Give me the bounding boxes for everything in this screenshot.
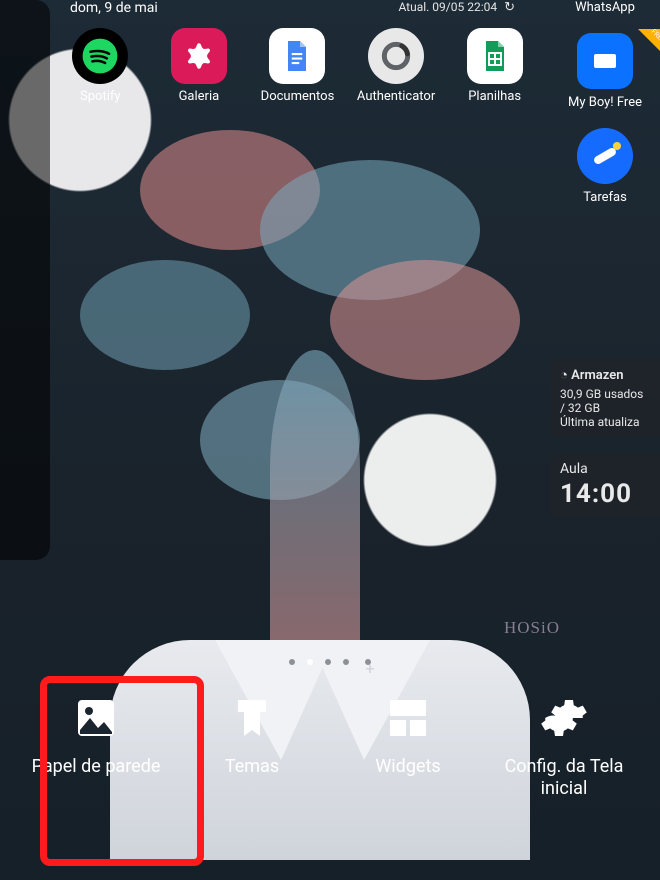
tasks-icon xyxy=(577,128,633,184)
app-sheets[interactable]: Planilhas xyxy=(449,28,540,105)
home-settings-button[interactable]: Config. da Tela inicial xyxy=(494,690,634,799)
cloud-shape xyxy=(80,260,250,370)
authenticator-icon xyxy=(368,28,424,84)
storage-widget[interactable]: ◔ Armazen 30,9 GB usados / 32 GB Última … xyxy=(550,359,660,437)
app-label: Documen­tos xyxy=(261,89,335,104)
spotify-icon xyxy=(72,28,128,84)
storage-icon: ◔ xyxy=(560,368,568,383)
widgets-icon xyxy=(380,690,436,746)
app-docs[interactable]: Documen­tos xyxy=(252,28,343,105)
app-gallery[interactable]: Galeria xyxy=(154,28,245,105)
storage-used: 30,9 GB usados / 32 GB xyxy=(560,387,650,415)
home-edit-bar: Papel de parede Temas Widgets Config. da… xyxy=(0,676,660,880)
sheets-icon xyxy=(467,28,523,84)
button-label: Papel de parede xyxy=(32,756,161,777)
refresh-icon[interactable]: ↻ xyxy=(504,0,515,15)
date-widget[interactable]: dom, 9 de mai xyxy=(70,0,158,16)
widgets-button[interactable]: Widgets xyxy=(338,690,478,778)
app-label: Spotify xyxy=(80,89,121,104)
page-indicator[interactable]: + xyxy=(0,654,660,668)
add-page-icon[interactable]: + xyxy=(365,659,371,665)
last-update-widget[interactable]: Atual. 09/05 22:04 ↻ xyxy=(398,0,515,15)
gallery-icon xyxy=(171,28,227,84)
widget-title: Aula xyxy=(560,461,650,477)
artist-signature: HOSiO xyxy=(504,618,560,638)
wallpaper-icon xyxy=(68,690,124,746)
app-label: Planilhas xyxy=(468,89,521,104)
app-myboy[interactable]: My Boy! Free xyxy=(550,33,660,110)
gear-icon xyxy=(536,690,592,746)
smoke-stream xyxy=(270,350,360,670)
storage-updated: Última atualiza xyxy=(560,415,650,429)
cloud-shape xyxy=(330,260,520,380)
app-label: My Boy! Free xyxy=(550,95,660,110)
right-page-preview: WhatsApp My Boy! Free Tarefas ◔ Armazen … xyxy=(550,0,660,517)
home-app-row: Spotify Galeria Documen­tos Authentica­t… xyxy=(55,28,540,105)
class-widget[interactable]: Aula 14:00 xyxy=(550,453,660,517)
themes-button[interactable]: Temas xyxy=(182,690,322,778)
button-label: Temas xyxy=(225,756,279,777)
update-label: Atual. 09/05 22:04 xyxy=(398,0,497,14)
widget-title: Armazen xyxy=(571,368,623,383)
button-label: Config. da Tela inicial xyxy=(505,756,624,799)
myboy-icon xyxy=(577,33,633,89)
app-label: Authentica­tor xyxy=(357,89,435,104)
app-tasks[interactable]: Tarefas xyxy=(550,128,660,205)
app-label[interactable]: WhatsApp xyxy=(550,0,660,15)
free-ribbon-icon xyxy=(638,29,660,55)
app-authenticator[interactable]: Authentica­tor xyxy=(351,28,442,105)
button-label: Widgets xyxy=(375,756,440,777)
app-label: Galeria xyxy=(179,89,220,104)
app-label: Tarefas xyxy=(550,190,660,205)
wallpaper-button[interactable]: Papel de parede xyxy=(26,690,166,778)
class-time: 14:00 xyxy=(560,479,650,509)
app-spotify[interactable]: Spotify xyxy=(55,28,146,105)
themes-icon xyxy=(224,690,280,746)
dark-sidebar-sliver xyxy=(0,0,50,560)
docs-icon xyxy=(269,28,325,84)
